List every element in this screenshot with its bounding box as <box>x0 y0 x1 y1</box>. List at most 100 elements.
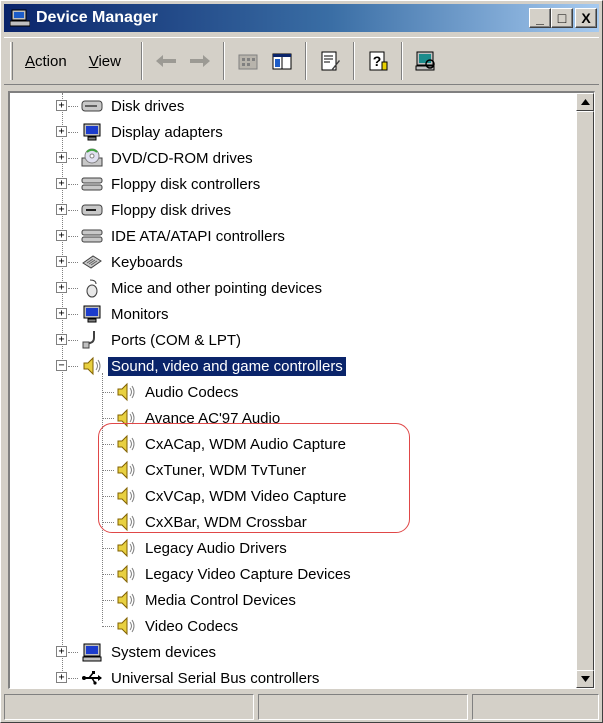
properties-button[interactable] <box>315 46 345 76</box>
tree-item-floppy-disk-drives[interactable]: + Floppy disk drives <box>56 197 234 223</box>
tree-child-item[interactable]: Media Control Devices <box>102 587 299 613</box>
keyboard-icon <box>80 251 104 273</box>
tree-item-sound-video-game[interactable]: − Sound, video and game controllers <box>56 353 347 379</box>
menu-action-label: ction <box>35 52 67 70</box>
menu-action[interactable]: Action <box>17 49 75 74</box>
speaker-icon <box>80 355 104 377</box>
expand-button[interactable]: + <box>56 178 67 189</box>
tree-line <box>68 678 78 679</box>
expand-button[interactable]: + <box>56 152 67 163</box>
tree-child-item[interactable]: CxXBar, WDM Crossbar <box>102 509 310 535</box>
tree-item-usb-controllers[interactable]: + Universal Serial Bus controllers <box>56 665 322 688</box>
status-bar <box>4 694 599 720</box>
disk-drive-icon <box>80 95 104 117</box>
expand-button[interactable]: + <box>56 256 67 267</box>
expand-button[interactable]: + <box>56 282 67 293</box>
tree-item-label: CxACap, WDM Audio Capture <box>145 435 346 453</box>
tree-item-keyboards[interactable]: + Keyboards <box>56 249 186 275</box>
tree-child-item[interactable]: Video Codecs <box>102 613 241 639</box>
toolbar-separator <box>352 42 355 80</box>
expand-button[interactable]: + <box>56 230 67 241</box>
speaker-icon <box>114 563 138 585</box>
menu-action-accel: A <box>25 52 36 70</box>
tree-item-dvd-cdrom-drives[interactable]: + DVD/CD-ROM drives <box>56 145 256 171</box>
tree-item-label: Audio Codecs <box>145 383 239 401</box>
tree-item-label: Avance AC'97 Audio <box>145 409 281 427</box>
controller-icon <box>80 173 104 195</box>
speaker-icon <box>114 407 138 429</box>
tree-line <box>102 392 114 393</box>
up-folder-button[interactable] <box>233 46 263 76</box>
expand-button[interactable]: + <box>56 100 67 111</box>
controller-icon <box>80 225 104 247</box>
close-button[interactable]: X <box>575 8 597 28</box>
speaker-icon <box>114 381 138 403</box>
expand-button[interactable]: + <box>56 308 67 319</box>
mouse-icon <box>80 277 104 299</box>
tree-item-mice[interactable]: + Mice and other pointing devices <box>56 275 325 301</box>
properties-icon <box>321 51 340 71</box>
arrow-up-icon <box>580 99 590 105</box>
usb-icon <box>80 667 104 688</box>
tree-child-item[interactable]: Legacy Audio Drivers <box>102 535 290 561</box>
toolbar-grip[interactable] <box>10 42 13 80</box>
scan-hardware-icon <box>415 51 435 71</box>
collapse-button[interactable]: − <box>56 360 67 371</box>
tree-item-monitors[interactable]: + Monitors <box>56 301 172 327</box>
menu-view[interactable]: View <box>81 49 129 74</box>
show-hide-tree-button[interactable] <box>267 46 297 76</box>
forward-button[interactable] <box>185 46 215 76</box>
tree-child-item[interactable]: CxACap, WDM Audio Capture <box>102 431 349 457</box>
monitor-icon <box>80 303 104 325</box>
tree-item-label: DVD/CD-ROM drives <box>111 149 253 167</box>
tree-child-item[interactable]: CxVCap, WDM Video Capture <box>102 483 349 509</box>
tree-item-label: CxXBar, WDM Crossbar <box>145 513 307 531</box>
tree-child-item[interactable]: Legacy Video Capture Devices <box>102 561 354 587</box>
scan-hardware-button[interactable] <box>411 46 441 76</box>
scroll-down-button[interactable] <box>576 670 594 688</box>
forward-icon <box>189 55 210 67</box>
expand-button[interactable]: + <box>56 672 67 683</box>
tree-item-label: CxTuner, WDM TvTuner <box>145 461 307 479</box>
help-button[interactable]: ? <box>363 46 393 76</box>
tree-line <box>102 600 114 601</box>
scroll-up-button[interactable] <box>576 93 594 111</box>
maximize-button[interactable]: □ <box>551 8 573 28</box>
tree-child-item[interactable]: Avance AC'97 Audio <box>102 405 283 431</box>
expand-button[interactable]: + <box>56 334 67 345</box>
expand-button[interactable]: + <box>56 126 67 137</box>
show-hide-tree-icon <box>272 53 292 70</box>
minimize-button[interactable]: _ <box>529 8 551 28</box>
monitor-icon <box>80 121 104 143</box>
back-button[interactable] <box>151 46 181 76</box>
tree-child-item[interactable]: CxTuner, WDM TvTuner <box>102 457 309 483</box>
tree-line <box>68 314 78 315</box>
toolbar-separator <box>222 42 225 80</box>
tree-item-system-devices[interactable]: + System devices <box>56 639 219 665</box>
tree-child-item[interactable]: Audio Codecs <box>102 379 241 405</box>
speaker-icon <box>114 615 138 637</box>
tree-item-display-adapters[interactable]: + Display adapters <box>56 119 226 145</box>
tree-item-label: Mice and other pointing devices <box>111 279 322 297</box>
toolbar-separator <box>140 42 143 80</box>
scroll-thumb[interactable] <box>576 111 594 671</box>
tree-item-floppy-disk-controllers[interactable]: + Floppy disk controllers <box>56 171 263 197</box>
tree-item-label: Monitors <box>111 305 169 323</box>
device-tree[interactable]: + Disk drives + Display adapters + DVD/C… <box>10 93 576 688</box>
tree-item-ports[interactable]: + Ports (COM & LPT) <box>56 327 244 353</box>
toolbar-separator <box>400 42 403 80</box>
minimize-glyph: _ <box>536 10 544 26</box>
speaker-icon <box>114 537 138 559</box>
tree-item-ide-controllers[interactable]: + IDE ATA/ATAPI controllers <box>56 223 288 249</box>
expand-button[interactable]: + <box>56 646 67 657</box>
speaker-icon <box>114 433 138 455</box>
speaker-icon <box>114 511 138 533</box>
expand-button[interactable]: + <box>56 204 67 215</box>
tree-item-disk-drives[interactable]: + Disk drives <box>56 93 187 119</box>
toolbar: Action View ? <box>4 37 599 85</box>
tree-line <box>68 652 78 653</box>
speaker-icon <box>114 485 138 507</box>
tree-line <box>68 132 78 133</box>
vertical-scrollbar[interactable] <box>576 93 594 688</box>
title-bar[interactable]: Device Manager _ □ X <box>4 4 599 32</box>
